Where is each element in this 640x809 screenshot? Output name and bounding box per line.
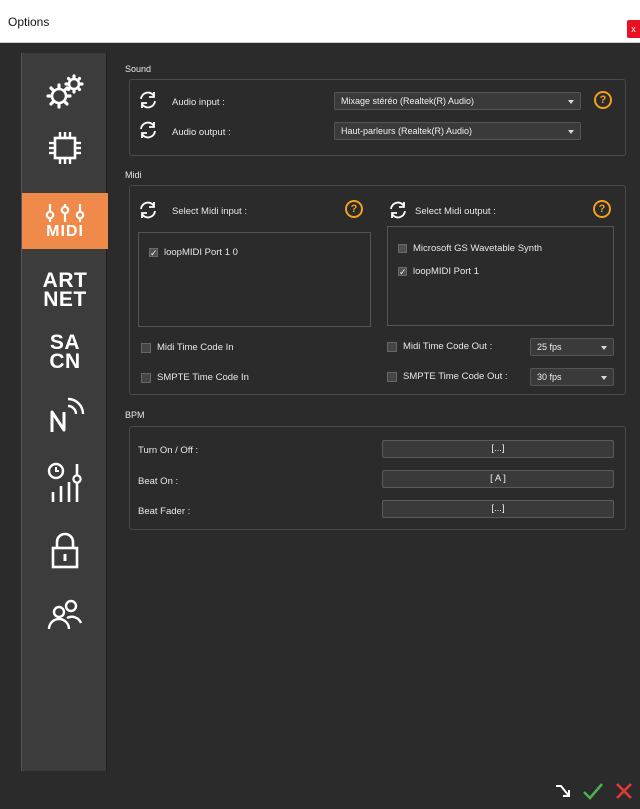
midi-output-item-label: loopMIDI Port 1 [413,266,479,277]
audio-input-label: Audio input : [172,97,225,108]
users-icon [47,599,83,630]
sidebar-item-security[interactable] [22,525,108,575]
sidebar-item-network[interactable] [22,391,108,441]
checkbox-unchecked[interactable] [398,244,407,253]
window-title: Options [8,15,50,29]
chevron-down-icon [568,130,574,134]
checkbox-checked[interactable]: ✓ [149,248,158,258]
mtc-out-checkbox[interactable]: Midi Time Code Out : [387,341,492,352]
midi-output-label: Select Midi output : [415,206,496,217]
list-item[interactable]: ✓ loopMIDI Port 1 [398,266,479,277]
audio-output-select[interactable]: Haut-parleurs (Realtek(R) Audio) [334,122,581,140]
bpm-turn-on-off-button[interactable]: [...] [382,440,614,458]
midi-sliders-icon [45,204,85,222]
chevron-down-icon [568,100,574,104]
list-item[interactable]: Microsoft GS Wavetable Synth [398,243,542,254]
help-audio-icon[interactable]: ? [594,91,612,109]
sacn-label-line2: CN [49,350,81,373]
artnet-label-line2: NET [43,288,87,311]
title-bar: Options x [0,0,640,43]
help-midi-input-icon[interactable]: ? [345,200,363,218]
gears-icon [46,74,84,109]
checkbox-checked[interactable]: ✓ [398,267,407,277]
list-item[interactable]: ✓ loopMIDI Port 1 0 [149,247,238,258]
chevron-down-icon [601,346,607,350]
checkbox-box[interactable] [387,341,397,352]
refresh-midi-input-icon[interactable] [137,199,159,221]
sidebar-item-midi[interactable]: MIDI [22,193,108,249]
bpm-beat-on-button[interactable]: [ A ] [382,470,614,488]
bpm-beat-fader-button[interactable]: [...] [382,500,614,518]
smpte-out-label: SMPTE Time Code Out : [403,371,508,382]
audio-output-value: Haut-parleurs (Realtek(R) Audio) [341,126,473,136]
midi-output-item-label: Microsoft GS Wavetable Synth [413,243,543,254]
midi-input-item-label: loopMIDI Port 1 0 [164,247,238,258]
sidebar-item-hardware[interactable] [22,123,108,173]
refresh-midi-output-icon[interactable] [387,199,409,221]
smpte-in-checkbox[interactable]: SMPTE Time Code In [141,372,249,383]
chevron-down-icon [601,376,607,380]
checkbox-box[interactable] [141,372,151,383]
cancel-x-icon[interactable] [613,780,635,802]
sidebar-item-general[interactable] [22,66,108,116]
audio-input-select[interactable]: Mixage stéréo (Realtek(R) Audio) [334,92,581,110]
help-midi-output-icon[interactable]: ? [593,200,611,218]
midi-input-list[interactable]: ✓ loopMIDI Port 1 0 [138,232,371,327]
midi-label: MIDI [46,223,84,240]
sidebar-item-users[interactable] [22,589,108,639]
apply-icon[interactable] [553,780,575,802]
sidebar-item-timecode[interactable] [22,457,108,507]
sound-group [129,79,626,156]
mtc-in-label: Midi Time Code In [157,342,234,353]
smpte-out-fps-value: 30 fps [537,372,562,382]
mtc-out-fps-select[interactable]: 25 fps [530,338,614,356]
close-button[interactable]: x [627,20,640,38]
bpm-beat-fader-label: Beat Fader : [138,506,191,517]
network-icon [50,397,85,432]
sidebar-item-sacn[interactable]: SA CN [22,325,108,379]
audio-input-value: Mixage stéréo (Realtek(R) Audio) [341,96,475,106]
mtc-out-label: Midi Time Code Out : [403,341,493,352]
bpm-turn-on-off-label: Turn On / Off : [138,445,199,456]
mtc-in-checkbox[interactable]: Midi Time Code In [141,342,234,353]
mtc-out-fps-value: 25 fps [537,342,562,352]
sound-section-title: Sound [125,64,152,74]
bpm-beat-on-label: Beat On : [138,476,179,487]
midi-output-list[interactable]: Microsoft GS Wavetable Synth ✓ loopMIDI … [387,226,614,326]
audio-output-label: Audio output : [172,127,231,138]
sidebar: MIDI ART NET SA CN [21,53,108,771]
smpte-in-label: SMPTE Time Code In [157,372,249,383]
ok-check-icon[interactable] [581,780,605,802]
smpte-out-checkbox[interactable]: SMPTE Time Code Out : [387,371,508,382]
checkbox-box[interactable] [141,342,151,353]
midi-input-label: Select Midi input : [172,206,247,217]
midi-section-title: Midi [125,170,142,180]
chip-icon [49,132,81,164]
smpte-out-fps-select[interactable]: 30 fps [530,368,614,386]
refresh-audio-output-icon[interactable] [137,119,159,141]
clock-sliders-icon [47,462,82,502]
checkbox-box[interactable] [387,371,397,382]
refresh-audio-input-icon[interactable] [137,89,159,111]
bpm-section-title: BPM [125,410,145,420]
lock-icon [51,532,79,569]
sidebar-item-artnet[interactable]: ART NET [22,263,108,317]
